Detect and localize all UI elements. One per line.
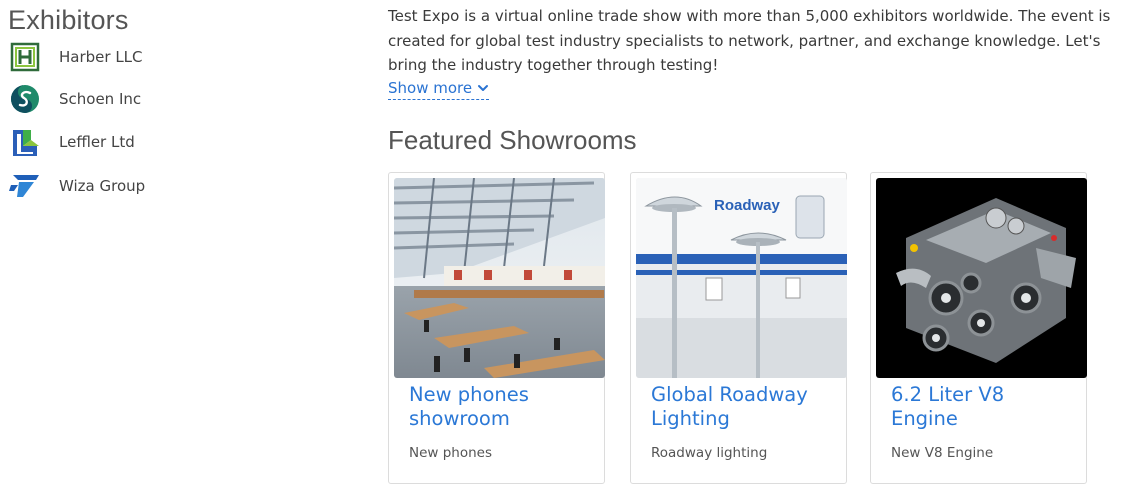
showroom-card-phones[interactable]: New phones showroom New phones bbox=[388, 172, 605, 484]
showroom-title[interactable]: New phones showroom bbox=[409, 383, 594, 431]
schoen-logo-icon bbox=[8, 82, 42, 116]
featured-showrooms-heading: Featured Showrooms bbox=[388, 125, 637, 155]
showroom-image-phones bbox=[394, 178, 605, 378]
exhibitors-heading: Exhibitors bbox=[8, 5, 129, 35]
showroom-image-lighting: Roadway bbox=[636, 178, 847, 378]
showroom-card-lighting[interactable]: Roadway Global Roadway Lighting Roadway … bbox=[630, 172, 847, 484]
wiza-logo-icon bbox=[8, 169, 42, 203]
leffler-logo-icon bbox=[8, 125, 42, 159]
show-more-link[interactable]: Show more bbox=[388, 78, 490, 100]
showroom-subtitle: Roadway lighting bbox=[651, 445, 768, 461]
exhibitor-item-wiza[interactable]: Wiza Group bbox=[8, 169, 145, 203]
showroom-title[interactable]: 6.2 Liter V8 Engine bbox=[891, 383, 1076, 431]
event-description: Test Expo is a virtual online trade show… bbox=[388, 7, 1111, 74]
exhibitors-sidebar: Exhibitors Harber LLC Schoen Inc Leffler… bbox=[8, 0, 348, 197]
showroom-subtitle: New phones bbox=[409, 445, 493, 461]
chevron-down-icon bbox=[478, 85, 489, 91]
exhibitor-item-harber[interactable]: Harber LLC bbox=[8, 40, 143, 74]
showroom-image-engine bbox=[876, 178, 1087, 378]
showroom-subtitle: New V8 Engine bbox=[891, 445, 994, 461]
show-more-label: Show more bbox=[388, 79, 473, 97]
exhibitor-name: Schoen Inc bbox=[59, 90, 142, 108]
exhibitor-item-schoen[interactable]: Schoen Inc bbox=[8, 82, 141, 116]
roadway-sign-text: Roadway bbox=[714, 197, 781, 214]
exhibitor-item-leffler[interactable]: Leffler Ltd bbox=[8, 125, 135, 159]
showroom-title[interactable]: Global Roadway Lighting bbox=[651, 383, 836, 431]
exhibitor-name: Leffler Ltd bbox=[59, 133, 135, 151]
harber-logo-icon bbox=[8, 40, 42, 74]
showroom-card-engine[interactable]: 6.2 Liter V8 Engine New V8 Engine bbox=[870, 172, 1087, 484]
exhibitor-name: Wiza Group bbox=[59, 177, 146, 195]
exhibitor-name: Harber LLC bbox=[59, 48, 143, 66]
